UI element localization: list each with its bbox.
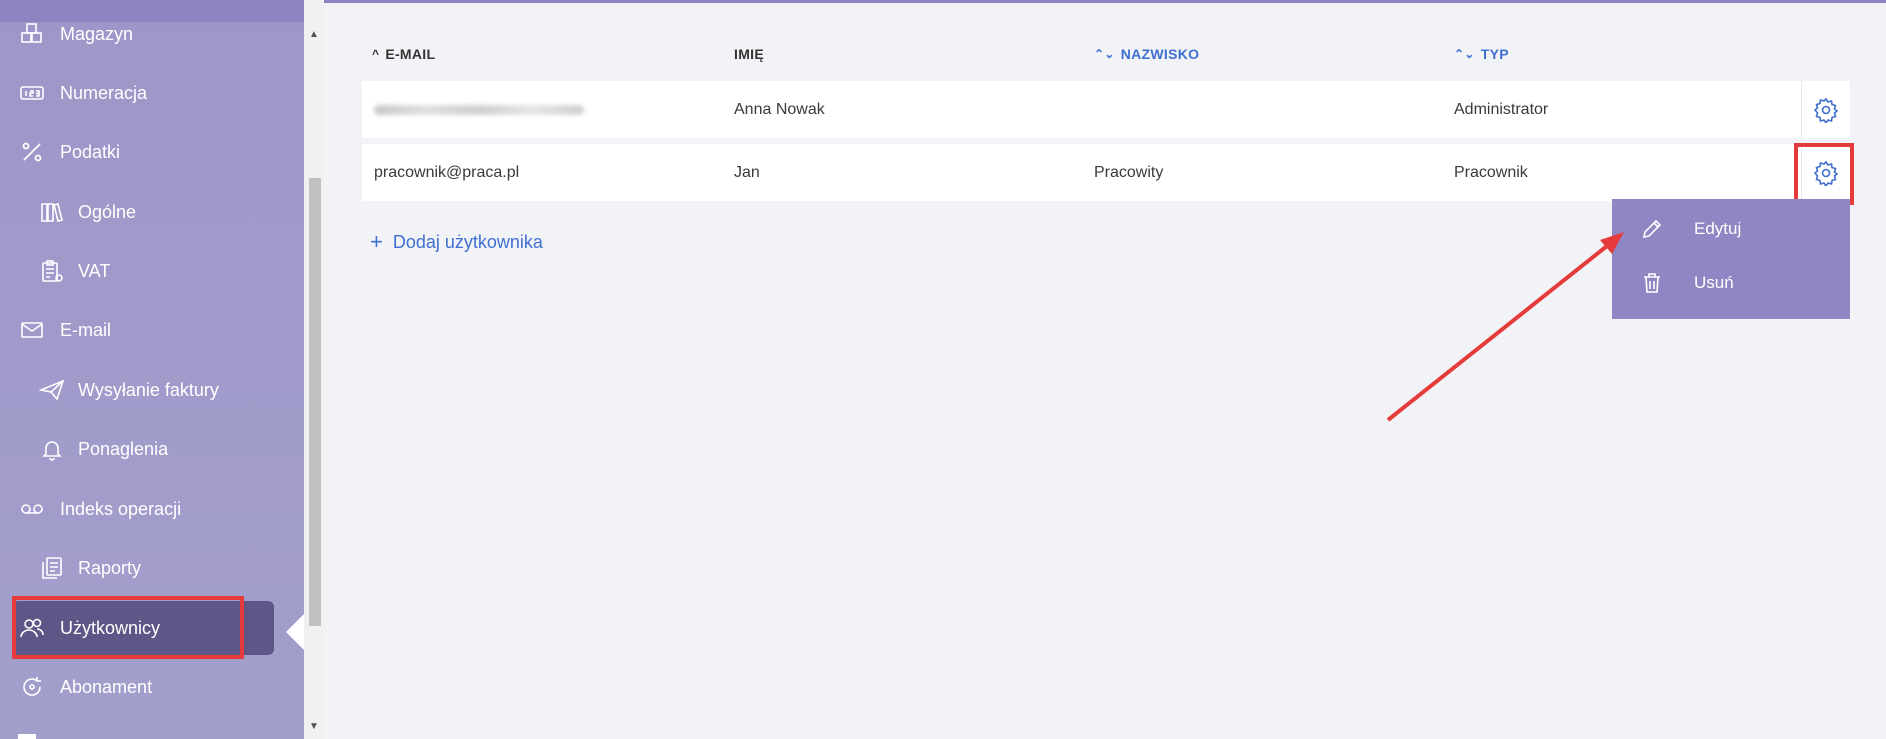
plus-icon: + xyxy=(370,229,383,254)
trash-icon xyxy=(1638,269,1666,297)
sidebar-item-email[interactable]: E-mail xyxy=(18,310,111,350)
column-header-imie[interactable]: IMIĘ xyxy=(734,46,764,62)
scroll-down-arrow[interactable]: ▼ xyxy=(309,722,319,732)
column-header-typ[interactable]: ⌃⌄ TYP xyxy=(1454,46,1509,62)
sidebar-item-label: E-mail xyxy=(60,319,112,340)
column-header-nazwisko[interactable]: ⌃⌄ NAZWISKO xyxy=(1094,46,1199,62)
pencil-icon xyxy=(1638,215,1666,243)
users-icon xyxy=(18,614,46,642)
refresh-icon xyxy=(18,673,46,701)
sidebar-item-label: Indeks operacji xyxy=(60,498,182,519)
scroll-up-arrow[interactable]: ▲ xyxy=(309,30,319,40)
sort-both-icon: ⌃⌄ xyxy=(1454,47,1475,61)
gear-icon xyxy=(1813,97,1839,123)
row-context-menu: Edytuj Usuń xyxy=(1612,199,1850,319)
boxes-icon xyxy=(18,20,46,48)
sidebar-item-label: Numeracja xyxy=(60,82,148,103)
cell-email: pracownik@praca.pl xyxy=(374,163,520,181)
column-header-email[interactable]: ^ E-MAIL xyxy=(372,46,435,62)
documents-icon xyxy=(38,554,66,582)
menu-item-delete[interactable]: Usuń xyxy=(1612,259,1850,307)
clipboard-icon xyxy=(38,257,66,285)
sort-both-icon: ⌃⌄ xyxy=(1094,47,1115,61)
table-row: Anna Nowak Administrator xyxy=(362,81,1850,138)
row-settings-button[interactable] xyxy=(1801,81,1850,138)
sidebar-item-indeks-operacji[interactable]: Indeks operacji xyxy=(18,489,181,529)
active-item-pointer xyxy=(286,614,304,650)
menu-item-edit[interactable]: Edytuj xyxy=(1612,205,1850,253)
gear-icon xyxy=(1813,160,1839,186)
sidebar-item-label: Podatki xyxy=(60,141,121,162)
main-content: ^ E-MAIL IMIĘ ⌃⌄ NAZWISKO ⌃⌄ TYP Anna No… xyxy=(324,0,1886,739)
sidebar-item-label: Użytkownicy xyxy=(60,617,161,638)
bell-icon xyxy=(38,435,66,463)
sidebar-item-podatki[interactable]: Podatki xyxy=(18,132,120,172)
cell-first-name: Anna Nowak xyxy=(734,100,825,118)
sidebar-item-vat[interactable]: VAT xyxy=(38,251,110,291)
sidebar-item-label: Ponaglenia xyxy=(78,438,169,459)
envelope-icon xyxy=(18,316,46,344)
cell-type: Pracownik xyxy=(1454,163,1528,181)
cell-last-name: Pracowity xyxy=(1094,163,1164,181)
sidebar-item-uzytkownicy[interactable]: Użytkownicy xyxy=(12,601,274,655)
percent-icon xyxy=(18,138,46,166)
sidebar-item-label: Ogólne xyxy=(78,201,137,222)
sidebar-item-numeracja[interactable]: Numeracja xyxy=(18,73,147,113)
top-accent-line xyxy=(324,0,1886,3)
sidebar-item-magazyn[interactable]: Magazyn xyxy=(18,14,133,54)
paper-plane-icon xyxy=(38,376,66,404)
sidebar-item-raporty[interactable]: Raporty xyxy=(38,548,141,588)
sidebar-item-ponaglenia[interactable]: Ponaglenia xyxy=(38,429,168,469)
sidebar-item-label: Magazyn xyxy=(60,23,134,44)
column-header-label: IMIĘ xyxy=(734,46,764,62)
sidebar-item-wysylanie-faktury[interactable]: Wysyłanie faktury xyxy=(38,370,219,410)
table-row: pracownik@praca.pl Jan Pracowity Pracown… xyxy=(362,144,1850,201)
sidebar-item-ogolne[interactable]: Ogólne xyxy=(38,192,136,232)
row-settings-button[interactable] xyxy=(1801,144,1850,201)
column-header-label: NAZWISKO xyxy=(1120,46,1200,62)
menu-item-label: Usuń xyxy=(1694,273,1734,292)
add-user-button[interactable]: + Dodaj użytkownika xyxy=(370,230,543,254)
sidebar-item-label: Abonament xyxy=(60,676,153,697)
numbering-icon xyxy=(18,79,46,107)
column-header-label: TYP xyxy=(1480,46,1509,62)
books-icon xyxy=(38,198,66,226)
sidebar: Magazyn Numeracja Podatki Ogólne VAT E-m… xyxy=(0,0,304,739)
sidebar-item-label: Raporty xyxy=(78,557,142,578)
blurred-email xyxy=(374,104,584,115)
sidebar-scrollbar[interactable]: ▲ ▼ xyxy=(304,0,324,739)
cell-email xyxy=(374,81,584,138)
add-user-label: Dodaj użytkownika xyxy=(392,231,543,252)
sidebar-item-label: VAT xyxy=(78,260,111,281)
voicemail-icon xyxy=(18,495,46,523)
sidebar-partial-icon xyxy=(18,733,36,739)
sidebar-item-label: Wysyłanie faktury xyxy=(78,379,219,400)
sidebar-item-partial xyxy=(18,722,36,739)
cell-first-name: Jan xyxy=(734,163,760,181)
column-header-label: E-MAIL xyxy=(385,46,436,62)
cell-type: Administrator xyxy=(1454,100,1549,118)
scroll-thumb[interactable] xyxy=(309,178,321,626)
sidebar-item-abonament[interactable]: Abonament xyxy=(18,667,152,707)
sort-asc-icon: ^ xyxy=(372,47,380,61)
menu-item-label: Edytuj xyxy=(1694,219,1742,238)
